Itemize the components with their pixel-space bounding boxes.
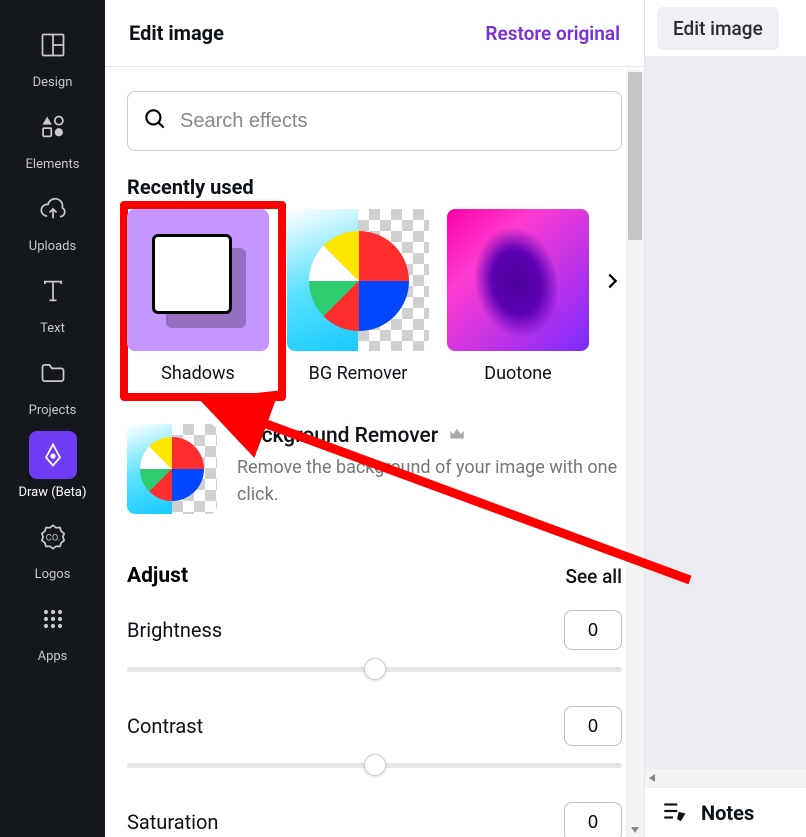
sidebar-item-logos[interactable]: CO. Logos <box>8 506 98 588</box>
edit-image-panel: Edit image Restore original Recently use… <box>105 0 645 837</box>
effect-label: Shadows <box>161 363 235 384</box>
bg-remover-mini-thumb <box>127 424 217 514</box>
horizontal-scrollbar[interactable] <box>645 769 806 787</box>
see-all-link[interactable]: See all <box>565 565 622 588</box>
sidebar-item-elements[interactable]: Elements <box>8 96 98 178</box>
notes-button[interactable]: Notes <box>701 801 754 825</box>
recently-used-title: Recently used <box>127 175 622 199</box>
recent-effects-row: Shadows BG Remover Duotone <box>127 209 622 384</box>
canvas-footer: Notes <box>645 787 806 837</box>
cloud-upload-icon <box>29 185 77 233</box>
effect-label: BG Remover <box>309 363 408 384</box>
sidebar-item-apps[interactable]: Apps <box>8 588 98 670</box>
canvas-area: Edit image Notes <box>645 0 806 837</box>
pen-icon <box>29 431 77 479</box>
grid-icon <box>29 595 77 643</box>
effect-duotone[interactable]: Duotone <box>447 209 589 384</box>
brightness-value-input[interactable] <box>564 610 622 650</box>
folder-icon <box>29 349 77 397</box>
restore-original-link[interactable]: Restore original <box>485 22 620 45</box>
contrast-slider[interactable] <box>127 750 622 780</box>
bg-remover-title: Background Remover <box>237 424 438 448</box>
brightness-row: Brightness <box>127 610 622 684</box>
bg-remover-text: Background Remover Remove the background… <box>237 424 622 514</box>
search-icon <box>142 106 168 136</box>
sidebar-item-label: Projects <box>29 403 77 418</box>
bgremover-thumb <box>287 209 429 351</box>
panel-scrollbar[interactable] <box>626 70 644 837</box>
edit-image-button[interactable]: Edit image <box>657 7 779 50</box>
effect-shadows[interactable]: Shadows <box>127 209 269 384</box>
sidebar-item-projects[interactable]: Projects <box>8 342 98 424</box>
panel-body: Recently used Shadows BG Remover <box>105 67 644 837</box>
shapes-icon <box>29 103 77 151</box>
background-remover-row[interactable]: Background Remover Remove the background… <box>127 424 622 514</box>
effect-label: Duotone <box>484 363 551 384</box>
panel-title: Edit image <box>129 21 224 45</box>
layout-icon <box>29 21 77 69</box>
scrollbar-thumb[interactable] <box>628 72 642 240</box>
sidebar-item-label: Uploads <box>29 239 76 254</box>
shadows-thumb <box>127 209 269 351</box>
contrast-label: Contrast <box>127 714 203 738</box>
effect-bg-remover[interactable]: BG Remover <box>287 209 429 384</box>
brightness-slider[interactable] <box>127 654 622 684</box>
contrast-row: Contrast <box>127 706 622 780</box>
adjust-title: Adjust <box>127 564 188 588</box>
crown-icon <box>448 425 466 447</box>
panel-header: Edit image Restore original <box>105 0 644 67</box>
sidebar-item-label: Text <box>40 321 65 336</box>
text-icon <box>29 267 77 315</box>
duotone-thumb <box>447 209 589 351</box>
saturation-row: Saturation <box>127 802 622 837</box>
sidebar-item-uploads[interactable]: Uploads <box>8 178 98 260</box>
saturation-label: Saturation <box>127 810 218 834</box>
sidebar-item-text[interactable]: Text <box>8 260 98 342</box>
badge-icon: CO. <box>29 513 77 561</box>
search-input[interactable] <box>180 110 607 133</box>
sidebar-item-label: Logos <box>35 567 71 582</box>
svg-text:CO.: CO. <box>45 532 59 543</box>
sidebar-item-label: Draw (Beta) <box>18 485 86 500</box>
design-canvas[interactable] <box>645 56 806 787</box>
adjust-section-header: Adjust See all <box>127 564 622 588</box>
sidebar-item-draw[interactable]: Draw (Beta) <box>8 424 98 506</box>
sidebar-item-label: Design <box>33 75 73 90</box>
app-sidebar: Design Elements Uploads Text Projects Dr… <box>0 0 105 837</box>
scroll-down-icon[interactable] <box>626 823 644 837</box>
saturation-value-input[interactable] <box>564 802 622 837</box>
notes-icon[interactable] <box>661 798 687 828</box>
scroll-right-button[interactable] <box>598 267 626 295</box>
sidebar-item-label: Apps <box>38 649 68 664</box>
contrast-value-input[interactable] <box>564 706 622 746</box>
sidebar-item-label: Elements <box>26 157 80 172</box>
bg-remover-description: Remove the background of your image with… <box>237 454 622 508</box>
sidebar-item-design[interactable]: Design <box>8 14 98 96</box>
brightness-label: Brightness <box>127 618 222 642</box>
scroll-left-icon[interactable] <box>645 769 659 787</box>
effects-search[interactable] <box>127 91 622 151</box>
canvas-toolbar: Edit image <box>645 0 806 56</box>
